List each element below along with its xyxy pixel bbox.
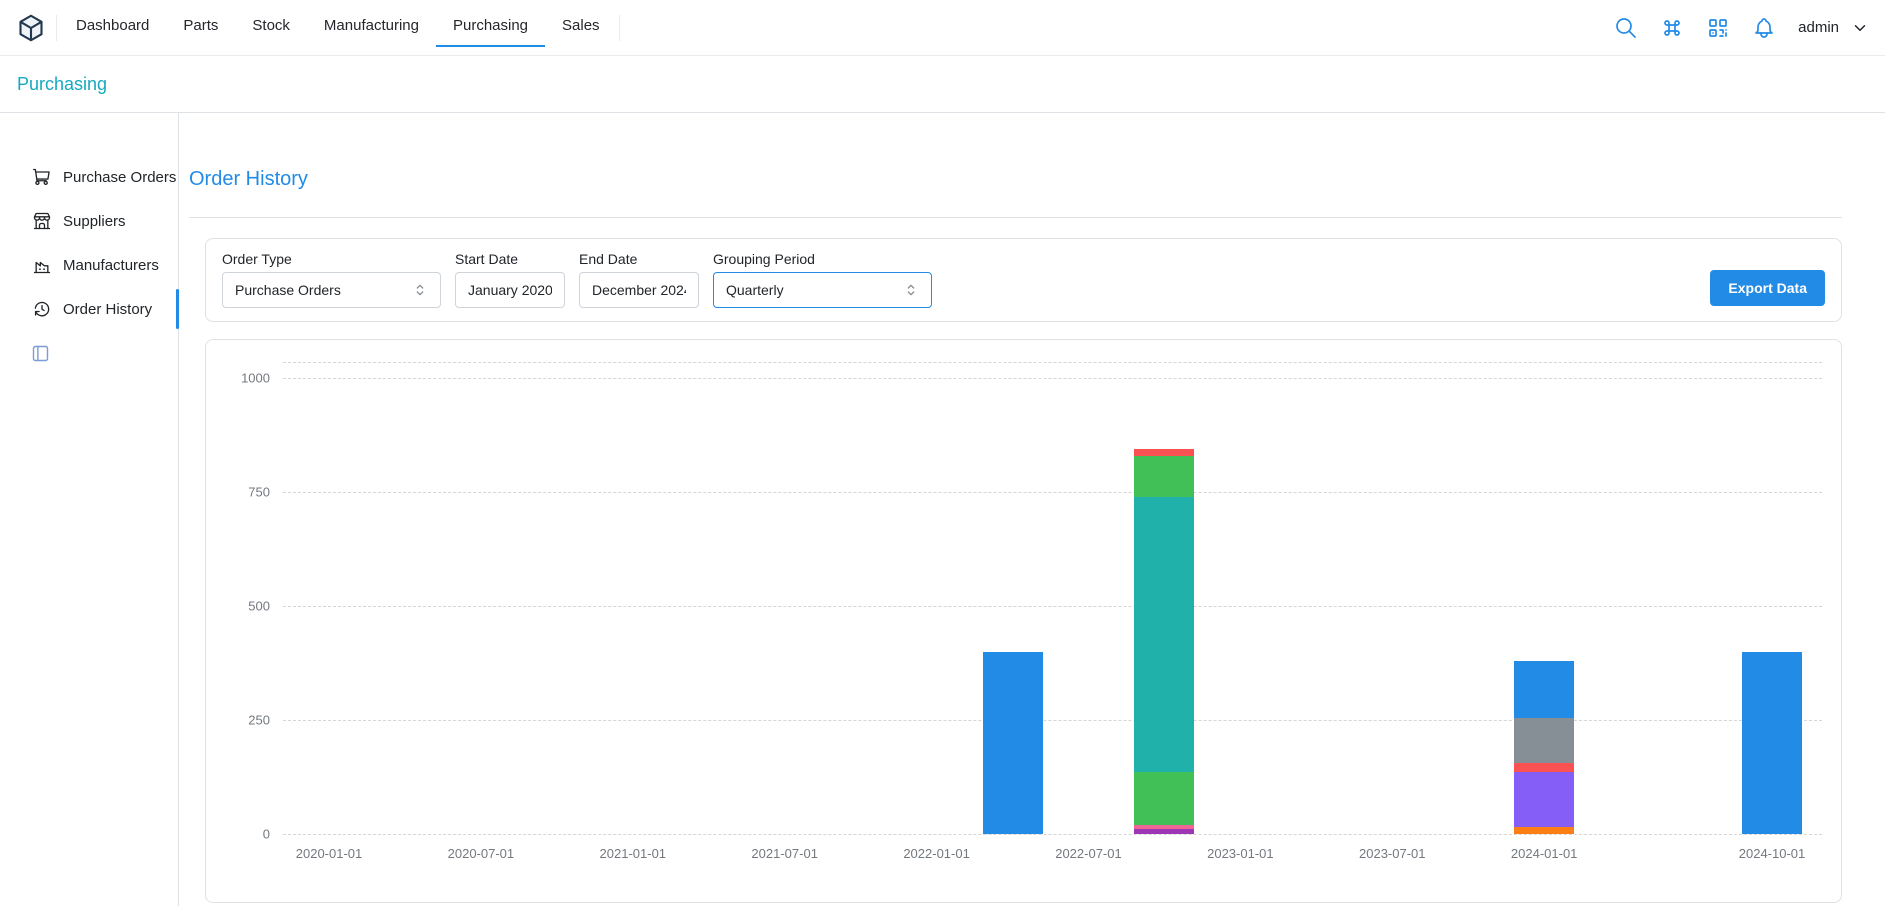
search-icon[interactable]	[1614, 16, 1638, 40]
gridline	[283, 720, 1822, 721]
sidebar-item-label: Order History	[63, 301, 152, 318]
sidebar-item-purchase-orders[interactable]: Purchase Orders	[0, 155, 178, 199]
bar-segment	[1742, 652, 1802, 834]
sidebar: Purchase Orders Suppliers Manufacturers	[0, 113, 179, 906]
sidebar-item-label: Purchase Orders	[63, 169, 176, 186]
gridline	[283, 378, 1822, 379]
top-navbar: Dashboard Parts Stock Manufacturing Purc…	[0, 0, 1885, 56]
bar-segment	[1134, 829, 1194, 834]
user-menu[interactable]: admin	[1798, 19, 1869, 37]
history-icon	[32, 299, 52, 319]
grouping-period-select[interactable]: Quarterly	[713, 272, 932, 308]
grouping-period-value: Quarterly	[726, 282, 784, 298]
plot-top-border	[283, 362, 1822, 363]
tab-sales[interactable]: Sales	[545, 6, 617, 47]
x-tick-label: 2022-01-01	[903, 846, 970, 861]
main-panel: Order History Order Type Purchase Orders…	[179, 113, 1885, 906]
tab-dashboard[interactable]: Dashboard	[59, 6, 166, 47]
x-tick-label: 2020-01-01	[296, 846, 363, 861]
command-icon[interactable]	[1660, 16, 1684, 40]
username-label: admin	[1798, 19, 1839, 36]
chart-bar[interactable]	[983, 652, 1043, 834]
breadcrumb: Purchasing	[0, 56, 1885, 113]
y-tick-label: 0	[263, 827, 270, 842]
gridline	[283, 834, 1822, 835]
sidebar-collapse-icon[interactable]	[30, 343, 51, 364]
bar-segment	[983, 652, 1043, 834]
bar-segment	[1134, 449, 1194, 456]
chart-plot[interactable]: 025050075010002020-01-012020-07-012021-0…	[283, 362, 1822, 834]
chart-bar[interactable]	[1742, 652, 1802, 834]
y-tick-label: 750	[248, 484, 270, 499]
chart-bar[interactable]	[1134, 449, 1194, 834]
bar-segment	[1134, 772, 1194, 824]
chart-card: 0 250 500 750 1000 2020-01-01 2020-07-01 2021-0…	[205, 339, 1842, 903]
x-tick-label: 2023-07-01	[1359, 846, 1426, 861]
tab-manufacturing[interactable]: Manufacturing	[307, 6, 436, 47]
order-type-label: Order Type	[222, 251, 441, 267]
bar-segment	[1134, 497, 1194, 773]
x-tick-label: 2023-01-01	[1207, 846, 1274, 861]
bar-segment	[1134, 456, 1194, 497]
bar-segment	[1514, 661, 1574, 718]
building-store-icon	[32, 211, 52, 231]
x-tick-label: 2024-01-01	[1511, 846, 1578, 861]
end-date-label: End Date	[579, 251, 699, 267]
tab-parts[interactable]: Parts	[166, 6, 235, 47]
selector-icon	[412, 282, 428, 298]
order-type-select[interactable]: Purchase Orders	[222, 272, 441, 308]
tab-stock[interactable]: Stock	[235, 6, 307, 47]
chevron-down-icon	[1851, 19, 1869, 37]
sidebar-item-manufacturers[interactable]: Manufacturers	[0, 243, 178, 287]
chart-bar[interactable]	[1514, 661, 1574, 834]
gridline	[283, 492, 1822, 493]
selector-icon	[903, 282, 919, 298]
shopping-cart-icon	[32, 167, 52, 187]
tab-purchasing[interactable]: Purchasing	[436, 6, 545, 47]
export-data-button[interactable]: Export Data	[1710, 270, 1825, 306]
x-tick-label: 2024-10-01	[1739, 846, 1806, 861]
x-tick-label: 2020-07-01	[448, 846, 515, 861]
bar-segment	[1514, 827, 1574, 834]
page-title: Order History	[189, 167, 1842, 191]
main-nav-tabs: Dashboard Parts Stock Manufacturing Purc…	[57, 0, 619, 55]
end-date-group: End Date	[579, 251, 699, 308]
start-date-label: Start Date	[455, 251, 565, 267]
building-factory-icon	[32, 255, 52, 275]
start-date-input[interactable]	[455, 272, 565, 308]
app-logo-icon[interactable]	[16, 13, 46, 43]
start-date-group: Start Date	[455, 251, 565, 308]
sidebar-item-label: Manufacturers	[63, 257, 159, 274]
end-date-input[interactable]	[579, 272, 699, 308]
sidebar-item-suppliers[interactable]: Suppliers	[0, 199, 178, 243]
x-tick-label: 2021-01-01	[600, 846, 667, 861]
bar-segment	[1514, 763, 1574, 772]
breadcrumb-purchasing[interactable]: Purchasing	[17, 74, 107, 95]
gridline	[283, 606, 1822, 607]
order-type-group: Order Type Purchase Orders	[222, 251, 441, 308]
bell-icon[interactable]	[1752, 16, 1776, 40]
bar-segment	[1134, 825, 1194, 830]
sidebar-item-order-history[interactable]: Order History	[0, 287, 178, 331]
x-tick-label: 2021-07-01	[751, 846, 818, 861]
nav-divider-right	[619, 15, 620, 41]
content-area: Purchase Orders Suppliers Manufacturers	[0, 113, 1885, 906]
bar-segment	[1514, 772, 1574, 827]
order-type-value: Purchase Orders	[235, 282, 341, 298]
y-tick-label: 500	[248, 598, 270, 613]
grouping-period-label: Grouping Period	[713, 251, 932, 267]
bar-segment	[1514, 718, 1574, 764]
title-divider	[189, 217, 1842, 218]
y-tick-label: 250	[248, 712, 270, 727]
x-tick-label: 2022-07-01	[1055, 846, 1122, 861]
qrcode-icon[interactable]	[1706, 16, 1730, 40]
navbar-actions: admin	[1614, 16, 1869, 40]
filter-card: Order Type Purchase Orders Start Date En…	[205, 238, 1842, 322]
grouping-period-group: Grouping Period Quarterly	[713, 251, 932, 308]
sidebar-item-label: Suppliers	[63, 213, 126, 230]
y-tick-label: 1000	[241, 370, 270, 385]
